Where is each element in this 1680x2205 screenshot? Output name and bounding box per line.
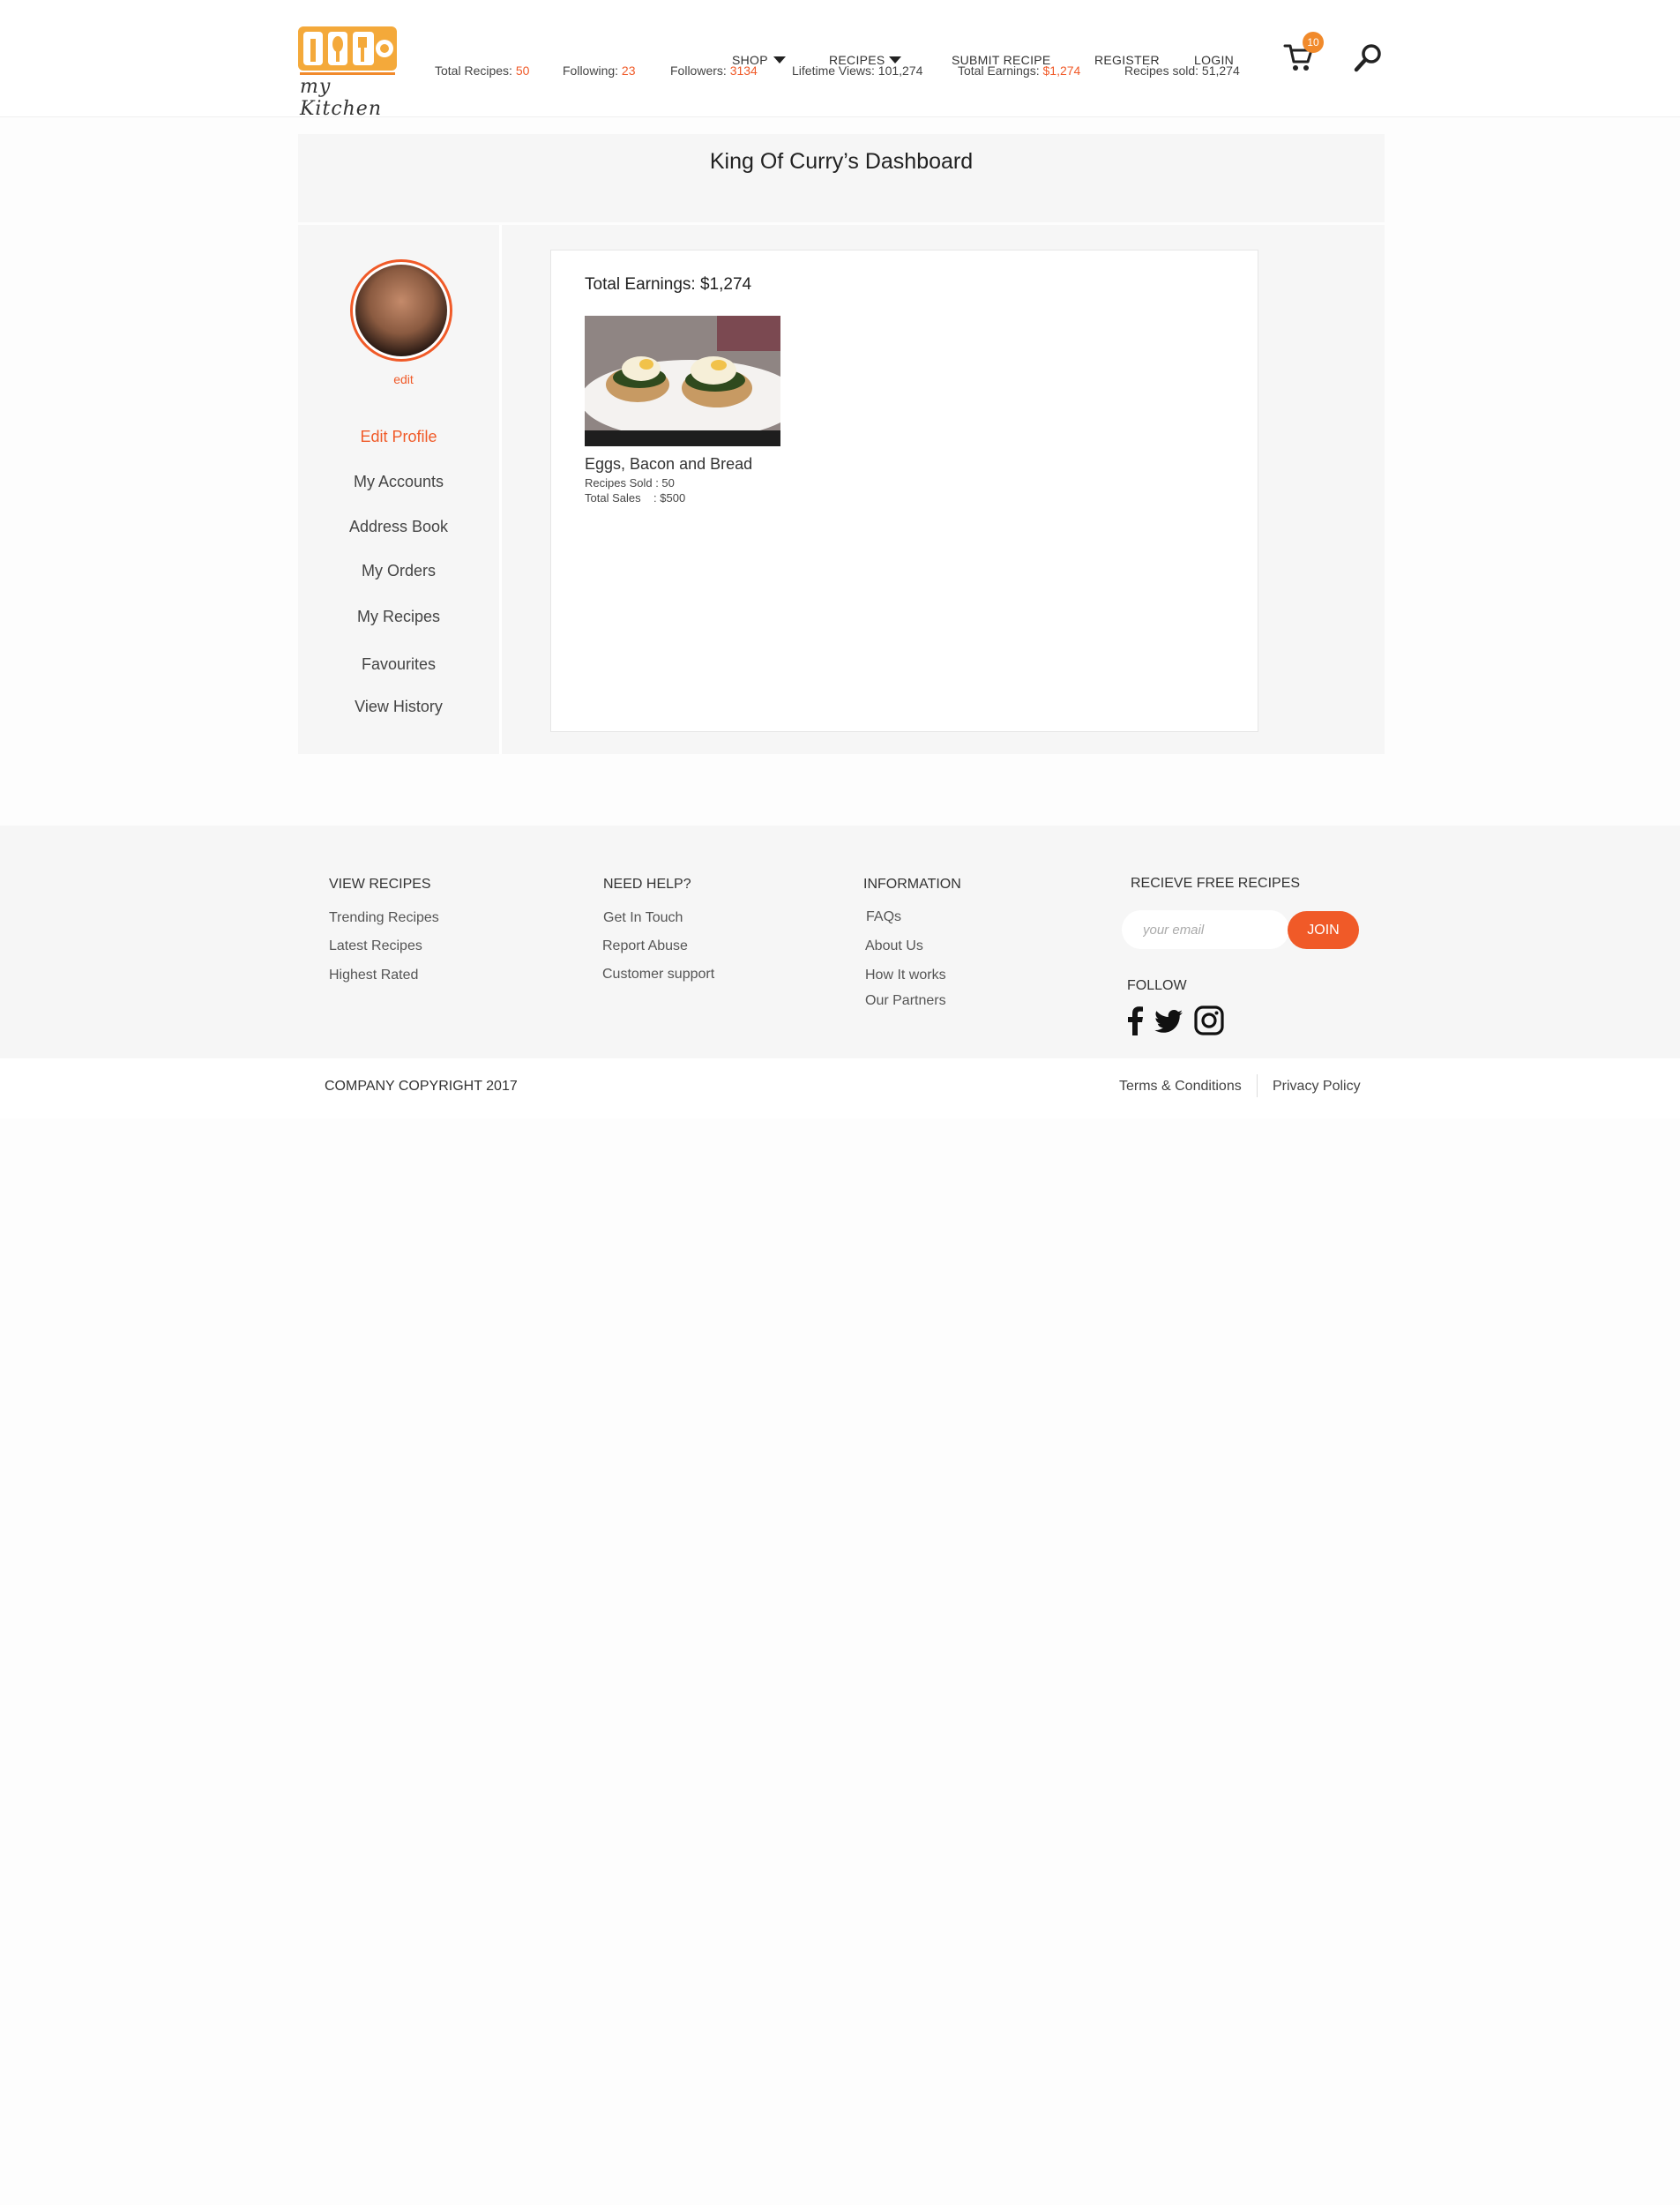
- edit-avatar-link[interactable]: edit: [370, 372, 437, 386]
- footer-bottom-bar: [0, 1058, 1680, 1118]
- stat-following-label: Following:: [563, 64, 619, 78]
- stat-total-earnings-label: Total Earnings:: [958, 64, 1040, 78]
- dashboard-title: King Of Curry’s Dashboard: [709, 149, 974, 174]
- dashboard-header: King Of Curry’s Dashboard: [298, 134, 1385, 222]
- stat-total-recipes-value: 50: [515, 64, 530, 78]
- recipe-total-sales: Total Sales : $500: [585, 491, 686, 505]
- site-logo[interactable]: my Kitchen: [298, 26, 397, 120]
- recipe-photo-illustration: [585, 316, 780, 446]
- privacy-link[interactable]: Privacy Policy: [1273, 1079, 1361, 1095]
- sidebar-item-view-history[interactable]: View History: [298, 698, 499, 716]
- recipe-image[interactable]: [585, 316, 780, 446]
- cart-count-badge: 10: [1303, 32, 1324, 53]
- footer-link-faqs[interactable]: FAQs: [866, 909, 901, 925]
- footer-follow-heading: FOLLOW: [1127, 978, 1187, 993]
- footer-link-about-us[interactable]: About Us: [865, 938, 923, 954]
- stat-followers-value: 3134: [729, 64, 758, 78]
- sidebar-item-edit-profile[interactable]: Edit Profile: [298, 428, 499, 446]
- logo-text: my Kitchen: [300, 76, 382, 120]
- site-footer: [0, 826, 1680, 1058]
- avatar[interactable]: [350, 259, 452, 362]
- footer-link-get-in-touch[interactable]: Get In Touch: [603, 910, 683, 926]
- recipes-caret-icon[interactable]: [889, 56, 901, 64]
- footer-link-highest-rated[interactable]: Highest Rated: [329, 968, 418, 983]
- legal-separator: [1257, 1074, 1258, 1097]
- stat-following: Following: 23: [563, 64, 636, 78]
- footer-link-trending[interactable]: Trending Recipes: [329, 910, 439, 926]
- footer-link-how-it-works[interactable]: How It works: [865, 968, 946, 983]
- footer-link-our-partners[interactable]: Our Partners: [865, 993, 946, 1009]
- footer-information-heading: INFORMATION: [863, 877, 961, 892]
- sidebar-item-favourites[interactable]: Favourites: [298, 655, 499, 674]
- stat-following-value: 23: [621, 64, 636, 78]
- footer-newsletter-heading: RECIEVE FREE RECIPES: [1131, 876, 1301, 891]
- facebook-icon[interactable]: [1121, 1005, 1151, 1035]
- recipe-sold-count: Recipes Sold : 50: [585, 476, 675, 490]
- instagram-icon[interactable]: [1194, 1005, 1224, 1035]
- logo-utensils-icon: [298, 26, 397, 71]
- earnings-title: Total Earnings: $1,274: [585, 275, 752, 294]
- sidebar-item-address-book[interactable]: Address Book: [298, 518, 499, 536]
- stat-followers-label: Followers:: [670, 64, 727, 78]
- stat-lifetime-views: Lifetime Views: 101,274: [792, 64, 923, 78]
- stat-followers: Followers: 3134: [670, 64, 758, 78]
- terms-link[interactable]: Terms & Conditions: [1119, 1079, 1242, 1095]
- sidebar-item-my-recipes[interactable]: My Recipes: [298, 608, 499, 626]
- recipe-name[interactable]: Eggs, Bacon and Bread: [585, 455, 752, 474]
- stat-total-earnings: Total Earnings: $1,274: [958, 64, 1080, 78]
- stat-total-recipes: Total Recipes: 50: [435, 64, 529, 78]
- email-field[interactable]: [1143, 919, 1275, 940]
- twitter-icon[interactable]: [1154, 1005, 1184, 1035]
- stat-total-earnings-value: $1,274: [1042, 64, 1081, 78]
- logo-underline: [300, 72, 395, 75]
- copyright-text: COMPANY COPYRIGHT 2017: [325, 1079, 518, 1094]
- sidebar-item-my-orders[interactable]: My Orders: [298, 562, 499, 580]
- footer-need-help-heading: NEED HELP?: [603, 877, 691, 892]
- footer-view-recipes-heading: VIEW RECIPES: [329, 877, 431, 892]
- stat-total-recipes-label: Total Recipes:: [435, 64, 512, 78]
- sidebar-item-my-accounts[interactable]: My Accounts: [298, 473, 499, 491]
- join-button[interactable]: JOIN: [1288, 911, 1359, 949]
- stat-recipes-sold: Recipes sold: 51,274: [1124, 64, 1240, 78]
- search-icon[interactable]: [1354, 42, 1384, 72]
- footer-link-latest[interactable]: Latest Recipes: [329, 938, 422, 954]
- avatar-photo: [355, 265, 447, 356]
- footer-link-report-abuse[interactable]: Report Abuse: [602, 938, 688, 954]
- shop-caret-icon[interactable]: [773, 56, 786, 64]
- footer-link-customer-support[interactable]: Customer support: [602, 967, 714, 983]
